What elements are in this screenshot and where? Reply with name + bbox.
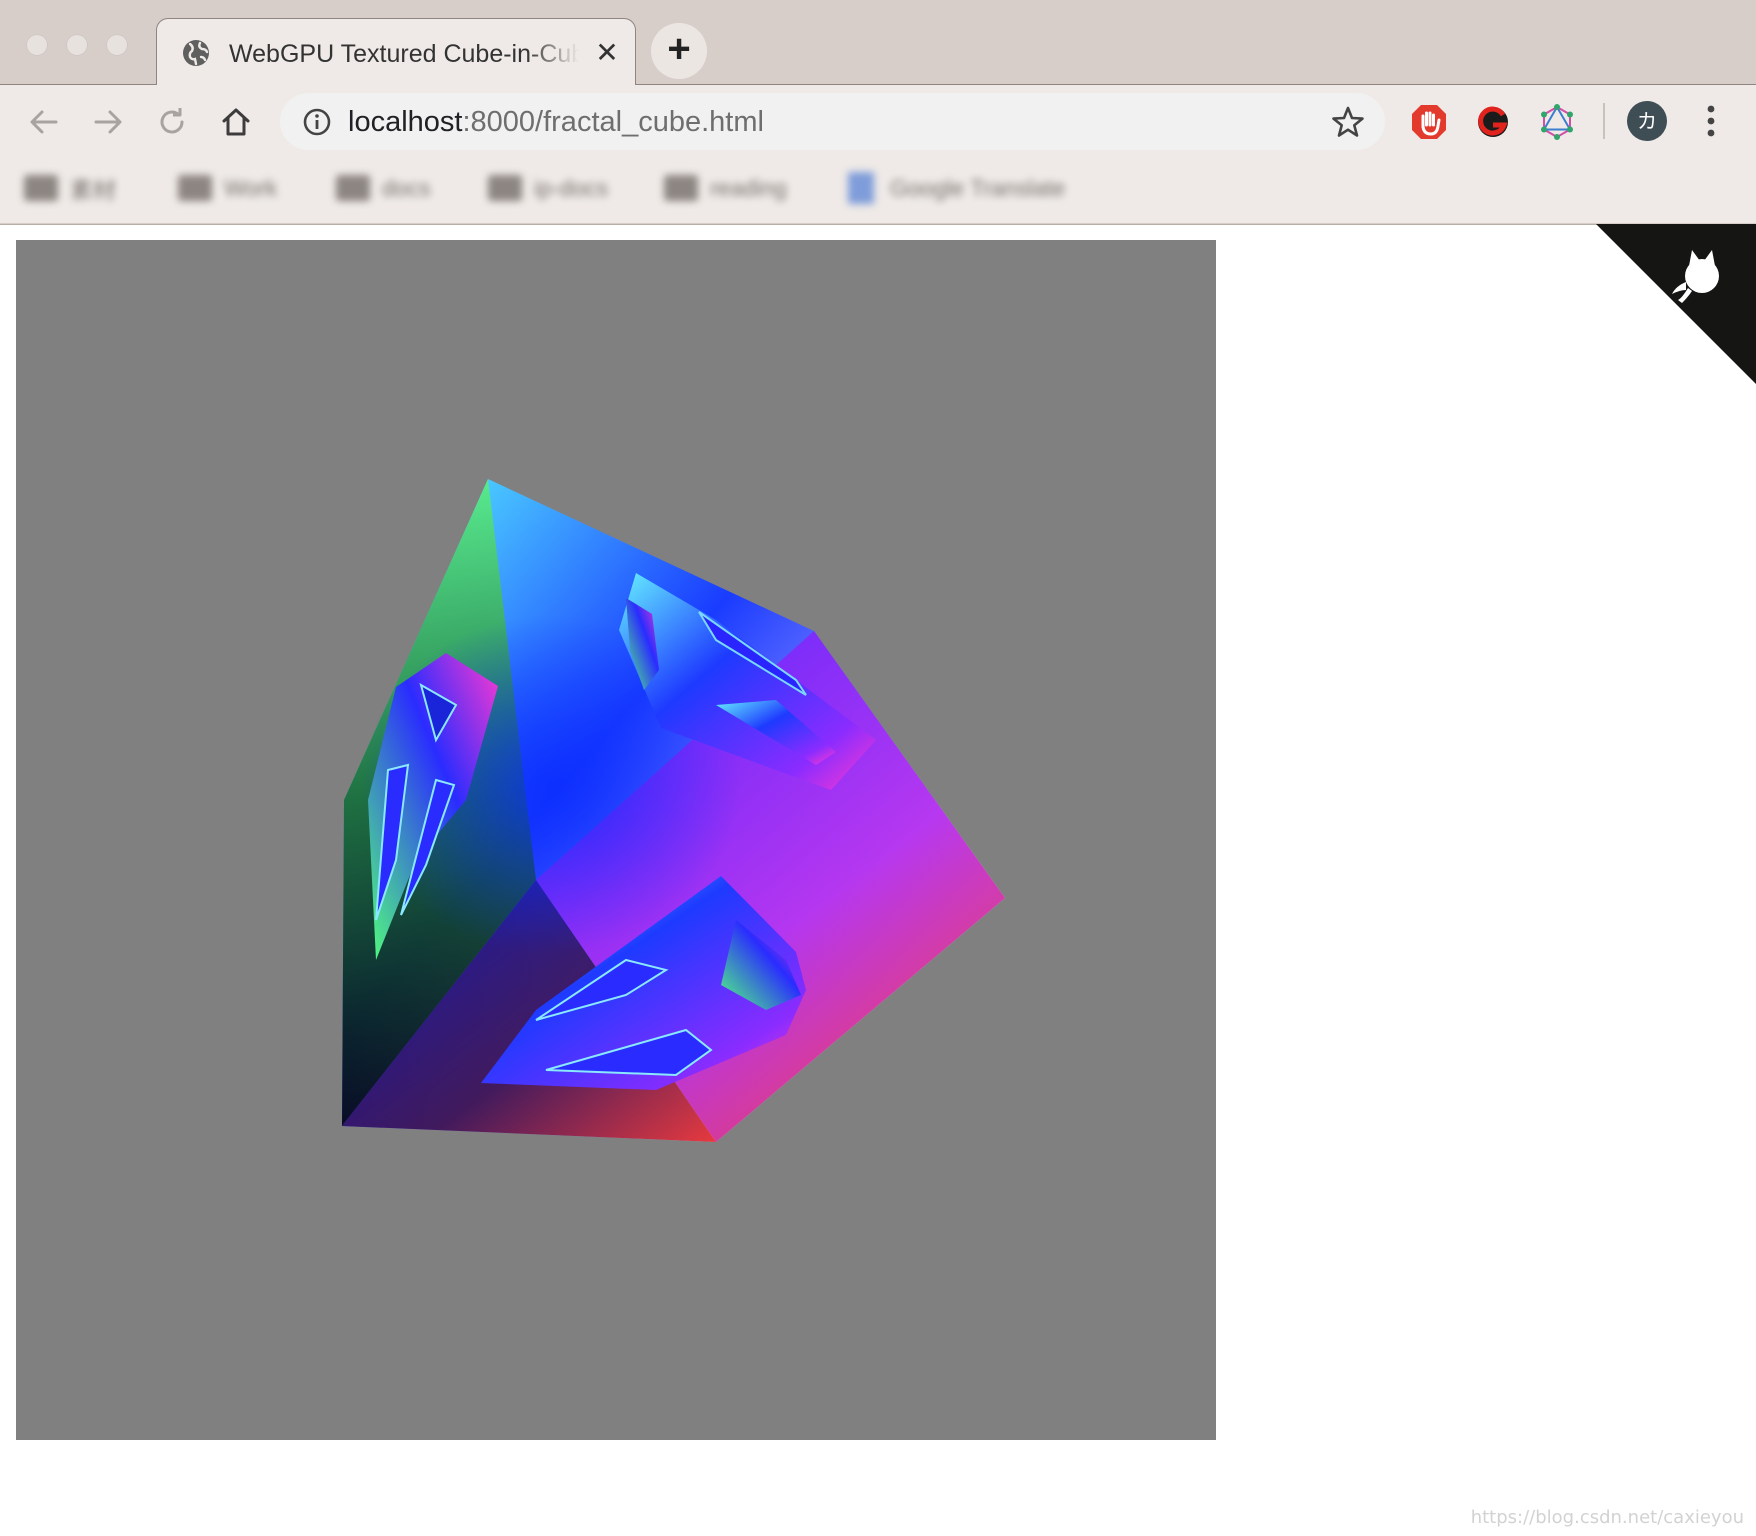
arrow-left-icon <box>30 110 58 134</box>
bookmark-item[interactable]: docs <box>336 171 431 205</box>
bookmark-label: reading <box>710 174 787 201</box>
graphql-icon[interactable] <box>1538 103 1576 141</box>
bookmark-item[interactable]: ip-docs <box>488 171 608 205</box>
window-zoom-dot[interactable] <box>106 34 128 56</box>
home-icon <box>222 108 250 136</box>
reload-icon <box>160 108 184 134</box>
bookmarks-bar: 素材 Work docs ip-docs reading Google Tran… <box>0 155 1756 223</box>
forward-button[interactable] <box>86 100 130 144</box>
bookmark-label: Google Translate <box>890 174 1066 201</box>
red-g-extension-icon[interactable] <box>1474 103 1512 141</box>
reload-button[interactable] <box>150 100 194 144</box>
bookmark-item[interactable]: reading <box>664 171 787 205</box>
info-icon[interactable] <box>302 107 332 137</box>
arrow-right-icon <box>94 110 122 134</box>
browser-tab[interactable]: WebGPU Textured Cube-in-Cube ✕ <box>156 18 636 87</box>
bookmark-label: Work <box>224 174 278 201</box>
new-tab-button[interactable]: + <box>651 23 707 79</box>
adblock-hand-icon[interactable] <box>1410 103 1448 141</box>
address-bar[interactable]: localhost:8000/fractal_cube.html <box>280 93 1385 150</box>
folder-icon <box>488 175 522 201</box>
window-minimize-dot[interactable] <box>66 34 88 56</box>
webgpu-canvas[interactable] <box>16 240 1216 1440</box>
bookmark-label: ip-docs <box>534 174 609 201</box>
tab-close-icon[interactable]: ✕ <box>591 37 623 69</box>
back-button[interactable] <box>22 100 66 144</box>
folder-icon <box>178 175 212 201</box>
toolbar-separator <box>1603 103 1605 139</box>
google-doc-icon <box>848 172 874 204</box>
folder-icon <box>664 175 698 201</box>
bookmark-star-icon[interactable] <box>1331 105 1365 139</box>
url-text[interactable]: localhost:8000/fractal_cube.html <box>348 102 764 142</box>
bookmark-label: docs <box>382 174 431 201</box>
bookmark-item[interactable]: Work <box>178 171 277 205</box>
folder-icon <box>336 175 370 201</box>
home-button[interactable] <box>214 100 258 144</box>
bookmark-item[interactable]: 素材 <box>24 171 116 205</box>
folder-icon <box>24 175 58 201</box>
window-close-dot[interactable] <box>26 34 48 56</box>
tab-title: WebGPU Textured Cube-in-Cube <box>229 40 579 68</box>
watermark-text: https://blog.csdn.net/caxieyou <box>1470 1507 1744 1528</box>
url-host: localhost <box>348 106 463 138</box>
browser-chrome: WebGPU Textured Cube-in-Cube ✕ + localho… <box>0 0 1756 225</box>
fractal-cube-render <box>342 479 1005 1142</box>
url-path: :8000/fractal_cube.html <box>462 106 764 138</box>
kebab-menu-icon[interactable] <box>1699 103 1723 139</box>
bookmark-item[interactable]: Google Translate <box>848 171 1065 205</box>
profile-avatar[interactable]: カ <box>1627 101 1667 141</box>
bookmark-label: 素材 <box>70 177 116 203</box>
github-corner-link[interactable] <box>1596 224 1756 384</box>
globe-icon <box>183 40 209 66</box>
